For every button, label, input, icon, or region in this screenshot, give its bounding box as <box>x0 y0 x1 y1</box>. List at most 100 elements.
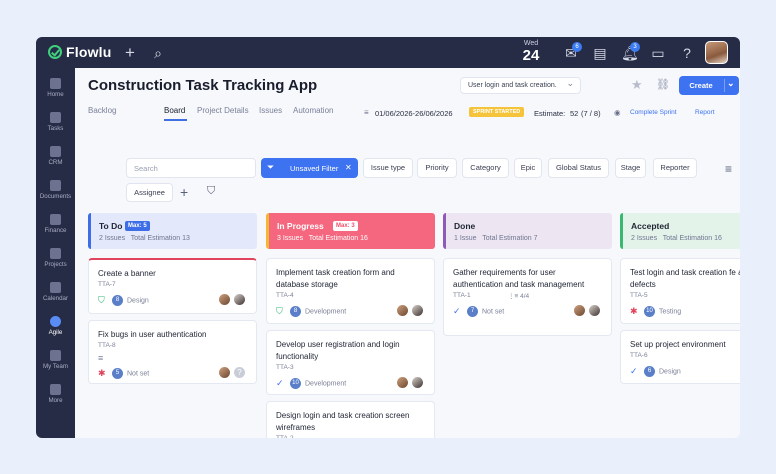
issue-title[interactable]: Design login and task creation screen wi… <box>276 410 428 433</box>
issue-title[interactable]: Set up project environment <box>630 339 740 351</box>
sidebar-item-label: CRM <box>48 159 63 166</box>
sidebar-item-label: Finance <box>44 227 67 234</box>
mail-count-badge: 6 <box>572 42 582 52</box>
assignee-avatar[interactable] <box>233 293 246 306</box>
issue-label: Design <box>659 368 681 376</box>
projects-icon <box>50 248 61 259</box>
issue-title[interactable]: Create a banner <box>98 268 250 280</box>
issue-card[interactable]: Test login and task creation fe and fix … <box>620 258 740 324</box>
filter-stage[interactable]: Stage <box>615 158 646 178</box>
filter-issue-type[interactable]: Issue type <box>363 158 413 178</box>
link-icon[interactable]: ⛓ <box>656 78 670 91</box>
star-icon[interactable]: ★ <box>631 77 643 93</box>
issue-title[interactable]: Fix bugs in user authentication <box>98 329 250 341</box>
sidebar-item-crm[interactable]: CRM <box>36 146 75 166</box>
column-title: In Progress <box>277 221 324 231</box>
tasks-icon <box>50 112 61 123</box>
assignee-avatar[interactable] <box>218 366 231 379</box>
assignee-avatar[interactable] <box>411 304 424 317</box>
column-summary: 2 Issues Total Estimation 16 <box>631 235 722 242</box>
filter-global-status[interactable]: Global Status <box>548 158 609 178</box>
story-points-badge: 8 <box>112 295 123 306</box>
search-input[interactable]: Search <box>126 158 256 178</box>
issue-card[interactable]: Fix bugs in user authentication TTA-8 ≡ ✱ 5 N… <box>88 320 257 384</box>
sidebar-item-more[interactable]: More <box>36 384 75 404</box>
chevron-down-icon[interactable]: ⌄ <box>727 78 735 89</box>
report-link[interactable]: Report <box>695 109 715 116</box>
brand-name[interactable]: Flowlu <box>66 44 112 60</box>
add-filter-icon[interactable]: + <box>180 184 188 200</box>
issue-card[interactable]: Implement task creation form and databas… <box>266 258 435 324</box>
create-button-label: Create <box>689 81 713 90</box>
story-points-badge: 10 <box>290 378 301 389</box>
crm-icon <box>50 146 61 157</box>
search-icon[interactable]: ⌕ <box>150 45 166 61</box>
check-circle-icon: ◉ <box>614 108 621 117</box>
user-avatar[interactable] <box>705 41 728 64</box>
sidebar-item-my-team[interactable]: My Team <box>36 350 75 370</box>
bookmark-type-icon: ⛉ <box>98 295 105 305</box>
bookmark-icon[interactable]: ⛉ <box>207 185 215 198</box>
assignee-avatar[interactable] <box>396 376 409 389</box>
issue-title[interactable]: Test login and task creation fe and fix … <box>630 267 740 290</box>
filter-assignee[interactable]: Assignee <box>126 183 173 202</box>
sort-icon[interactable]: ≡ <box>725 162 732 176</box>
issue-title[interactable]: Develop user registration and login func… <box>276 339 428 362</box>
issue-card[interactable]: Set up project environment TTA-6 ✓ 6 Design <box>620 330 740 384</box>
issue-card[interactable]: Design login and task creation screen wi… <box>266 401 435 438</box>
sidebar-item-projects[interactable]: Projects <box>36 248 75 268</box>
add-icon[interactable]: + <box>122 44 138 61</box>
issue-key: TTA-7 <box>98 281 116 288</box>
unsaved-filter-button[interactable]: ⏷ Unsaved Filter ✕ <box>261 158 358 178</box>
home-icon <box>50 78 61 89</box>
filter-epic[interactable]: Epic <box>514 158 542 178</box>
subtask-icon: ⋮≡ <box>508 293 521 300</box>
assignee-avatar[interactable] <box>396 304 409 317</box>
sidebar-item-tasks[interactable]: Tasks <box>36 112 75 132</box>
date-day-number[interactable]: 24 <box>520 47 542 64</box>
tab-automation[interactable]: Automation <box>293 106 333 115</box>
sidebar-item-home[interactable]: Home <box>36 78 75 98</box>
sidebar-item-label: Documents <box>39 193 72 200</box>
assignee-avatar[interactable] <box>411 376 424 389</box>
sidebar-item-label: Calendar <box>42 295 69 302</box>
issue-key: TTA-4 <box>276 292 294 299</box>
issue-card[interactable]: Gather requirements for user authenticat… <box>443 258 612 336</box>
chat-icon[interactable]: ▭ <box>650 45 666 61</box>
issue-title[interactable]: Gather requirements for user authenticat… <box>453 267 605 290</box>
tab-backlog[interactable]: Backlog <box>88 106 116 115</box>
filter-category[interactable]: Category <box>462 158 509 178</box>
sidebar-item-finance[interactable]: Finance <box>36 214 75 234</box>
filter-reporter[interactable]: Reporter <box>653 158 697 178</box>
complete-sprint-link[interactable]: Complete Sprint <box>630 109 677 116</box>
check-type-icon: ✓ <box>276 378 284 388</box>
tab-issues[interactable]: Issues <box>259 106 282 115</box>
issue-card[interactable]: Develop user registration and login func… <box>266 330 435 395</box>
unassigned-avatar[interactable]: ? <box>233 366 246 379</box>
filter-priority[interactable]: Priority <box>417 158 457 178</box>
create-button[interactable]: Create ⌄ <box>679 76 739 95</box>
tab-board[interactable]: Board <box>164 106 185 115</box>
assignee-avatar[interactable] <box>218 293 231 306</box>
issue-card[interactable]: Create a banner TTA-7 ⛉ 8 Design <box>88 258 257 314</box>
sidebar-item-calendar[interactable]: Calendar <box>36 282 75 302</box>
active-tab-indicator <box>164 119 187 121</box>
story-points-badge: 7 <box>467 306 478 317</box>
assignee-avatar[interactable] <box>573 304 586 317</box>
issue-meta: ✓ 7 Not set <box>453 306 504 317</box>
notification-count-badge: 3 <box>630 42 640 52</box>
assignee-avatar[interactable] <box>588 304 601 317</box>
sidebar-item-documents[interactable]: Documents <box>36 180 75 200</box>
subtask-progress: ⋮≡ 4/4 <box>508 292 529 300</box>
date-weekday: Wed <box>523 40 539 47</box>
flowlu-logo-icon[interactable] <box>48 45 62 59</box>
column-header: Done 1 Issue Total Estimation 7 <box>443 213 612 249</box>
sprint-select[interactable]: User login and task creation. <box>460 77 581 94</box>
tasks-icon[interactable]: ▤ <box>592 45 608 61</box>
help-icon[interactable]: ? <box>679 45 695 61</box>
close-icon[interactable]: ✕ <box>345 163 352 172</box>
tab-project-details[interactable]: Project Details <box>197 106 249 115</box>
sidebar-item-agile[interactable]: Agile <box>36 316 75 336</box>
column-header: Accepted 2 Issues Total Estimation 16 <box>620 213 740 249</box>
issue-title[interactable]: Implement task creation form and databas… <box>276 267 428 290</box>
